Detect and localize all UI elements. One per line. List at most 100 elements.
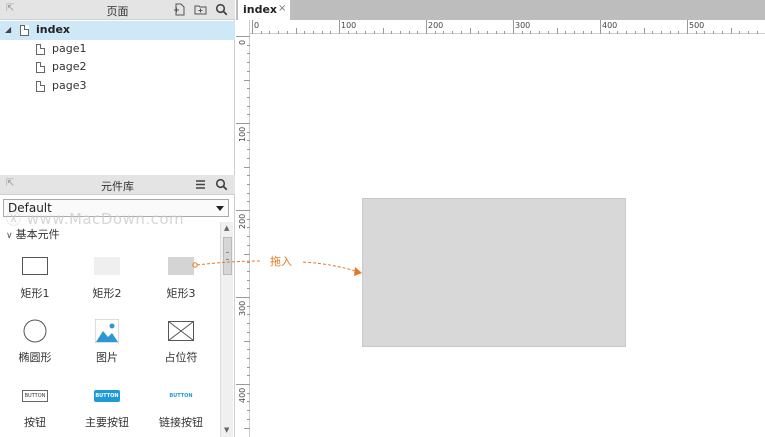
ruler-tick xyxy=(330,31,332,34)
ruler-tick xyxy=(434,31,436,34)
ruler-tick xyxy=(478,31,480,34)
ruler-tick xyxy=(247,288,250,290)
close-icon[interactable]: × xyxy=(278,3,286,14)
ruler-tick xyxy=(247,349,250,351)
ruler-tick xyxy=(247,262,250,264)
ruler-tick xyxy=(247,88,250,90)
ruler-tick xyxy=(236,210,250,211)
ruler-tick xyxy=(247,70,250,72)
widget-image[interactable]: 图片 xyxy=(72,317,142,364)
ruler-tick xyxy=(513,20,514,34)
ruler-tick xyxy=(247,175,250,177)
scroll-up-icon[interactable]: ▲ xyxy=(224,224,229,232)
page-tree: ◢ index page1 page2 page3 xyxy=(0,21,235,95)
ruler-tick xyxy=(247,62,250,64)
ruler-label: 0 xyxy=(238,39,247,45)
ruler-tick xyxy=(539,31,541,34)
page-tree-item-index[interactable]: ◢ index xyxy=(0,21,235,40)
ruler-tick xyxy=(547,31,549,34)
scrollbar-thumb[interactable] xyxy=(223,237,232,275)
ruler-tick xyxy=(247,53,250,55)
ruler-tick xyxy=(247,140,250,142)
widget-button[interactable]: BUTTON 按钮 xyxy=(0,385,70,431)
ruler-tick xyxy=(247,192,250,194)
rectangle-outline-icon xyxy=(22,257,48,275)
rectangle-gray-icon xyxy=(168,257,194,275)
page-tree-item-page2[interactable]: page2 xyxy=(0,58,235,77)
ruler-tick xyxy=(365,31,367,34)
page-label: page1 xyxy=(52,41,87,55)
menu-icon[interactable] xyxy=(193,178,207,192)
ruler-tick xyxy=(236,36,250,37)
ruler-tick xyxy=(286,31,288,34)
ruler-tick xyxy=(373,31,375,34)
widget-link-button[interactable]: BUTTON 链接按钮 xyxy=(146,385,216,431)
widget-label: 椭圆形 xyxy=(18,351,52,364)
ruler-tick xyxy=(252,20,253,34)
ruler-tick xyxy=(756,31,758,34)
ruler-tick xyxy=(652,31,654,34)
ruler-tick xyxy=(236,297,250,298)
ruler-tick xyxy=(247,357,250,359)
ruler-tick xyxy=(469,28,471,34)
scroll-down-icon[interactable]: ▼ xyxy=(224,426,229,434)
ruler-tick xyxy=(504,31,506,34)
ruler-tick xyxy=(247,401,250,403)
pages-panel-header: ⇱ 页面 xyxy=(0,0,235,20)
ruler-tick xyxy=(391,31,393,34)
library-panel-header: ⇱ 元件库 xyxy=(0,175,235,195)
placeholder-icon xyxy=(168,321,194,341)
ruler-tick xyxy=(247,270,250,272)
ruler-tick xyxy=(244,340,250,342)
ruler-tick xyxy=(247,323,250,325)
ruler-tick xyxy=(695,31,697,34)
page-tree-item-page3[interactable]: page3 xyxy=(0,77,235,96)
expand-arrow-icon[interactable]: ◢ xyxy=(5,21,11,39)
ruler-tick xyxy=(247,96,250,98)
ruler-tick xyxy=(347,31,349,34)
ruler-label: 200 xyxy=(238,213,247,229)
ruler-tick xyxy=(247,392,250,394)
ruler-tick xyxy=(417,31,419,34)
widget-rectangle3[interactable]: 矩形3 xyxy=(146,245,216,305)
search-icon[interactable] xyxy=(214,3,228,17)
ruler-tick xyxy=(247,305,250,307)
search-icon[interactable] xyxy=(214,178,228,192)
widget-group-header[interactable]: ∨ 基本元件 xyxy=(6,226,60,242)
widget-primary-button[interactable]: BUTTON 主要按钮 xyxy=(72,385,142,431)
tab-index[interactable]: index × xyxy=(238,0,290,20)
add-page-icon[interactable] xyxy=(172,3,186,17)
ruler-tick xyxy=(573,31,575,34)
widget-scrollbar[interactable]: ▲ ▼ xyxy=(220,222,233,437)
add-folder-icon[interactable] xyxy=(193,3,207,17)
ruler-label: 100 xyxy=(238,126,247,142)
widget-placeholder[interactable]: 占位符 xyxy=(146,317,216,364)
ruler-tick xyxy=(530,31,532,34)
ruler-label: 300 xyxy=(515,21,531,30)
widget-rectangle2[interactable]: 矩形2 xyxy=(72,245,142,305)
ruler-tick xyxy=(247,410,250,412)
left-panel: ⇱ 页面 ◢ index page1 page2 page3 ⇱ 元件库 Def… xyxy=(0,0,235,437)
ruler-tick xyxy=(236,384,250,385)
ruler-tick xyxy=(452,31,454,34)
ruler-tick xyxy=(713,31,715,34)
widget-label: 图片 xyxy=(96,351,118,364)
ruler-label: 100 xyxy=(341,21,357,30)
widget-rectangle1[interactable]: 矩形1 xyxy=(0,245,70,305)
ruler-label: 400 xyxy=(238,387,247,403)
chevron-down-icon: ∨ xyxy=(6,231,13,241)
ruler-tick xyxy=(247,244,250,246)
tab-bar: index × xyxy=(236,0,765,20)
widget-ellipse[interactable]: 椭圆形 xyxy=(0,317,70,364)
ruler-tick xyxy=(521,31,523,34)
ruler-tick xyxy=(247,218,250,220)
page-tree-item-page1[interactable]: page1 xyxy=(0,40,235,59)
page-label: index xyxy=(36,23,71,36)
ruler-tick xyxy=(269,31,271,34)
ruler-tick xyxy=(247,375,250,377)
ruler-tick xyxy=(565,31,567,34)
ruler-tick xyxy=(247,114,250,116)
button-icon: BUTTON xyxy=(22,390,48,402)
page-icon xyxy=(20,25,29,36)
canvas-rectangle[interactable] xyxy=(362,198,626,347)
